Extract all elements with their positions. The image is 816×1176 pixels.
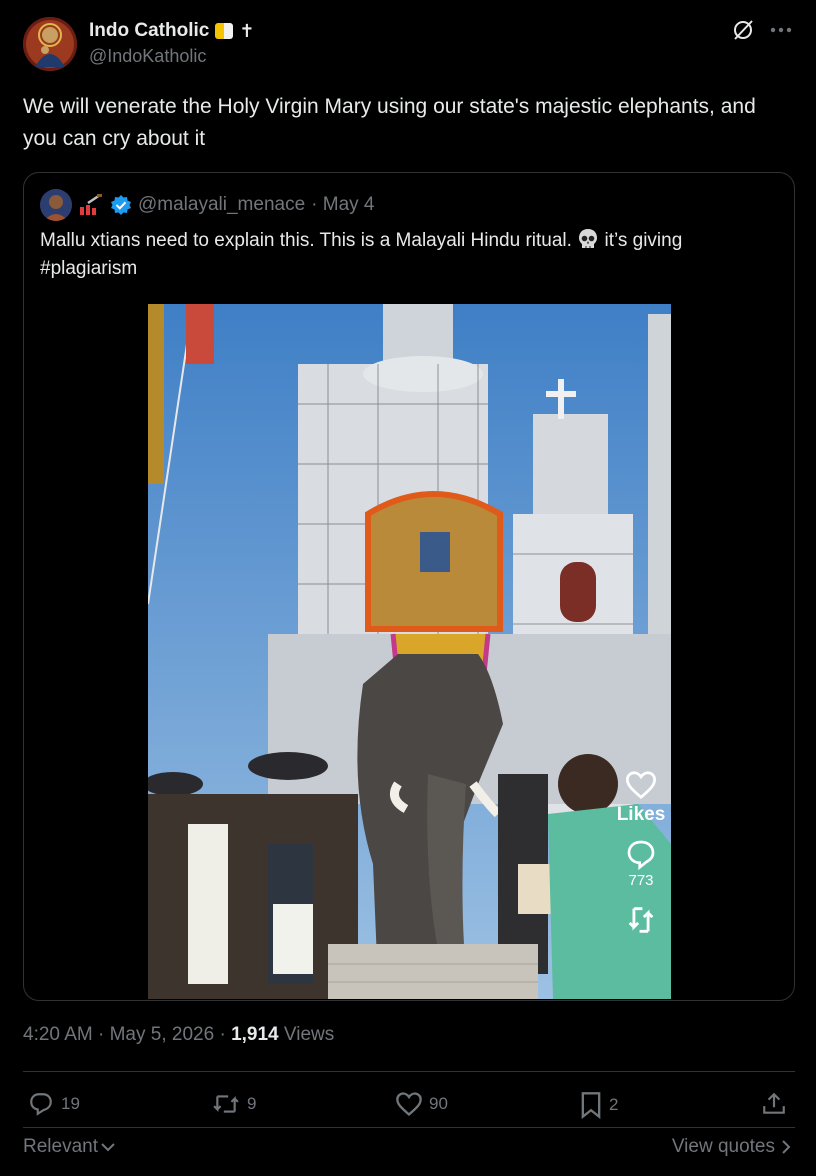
- quote-text-tail: it’s giving: [599, 230, 683, 251]
- video-overlay: Likes 773: [611, 770, 671, 937]
- quoted-tweet[interactable]: @malayali_menace · May 4 Mallu xtians ne…: [23, 172, 795, 1001]
- repost-icon: [213, 1095, 239, 1113]
- overlay-count: 773: [628, 872, 654, 889]
- sort-dropdown[interactable]: Relevant: [23, 1136, 116, 1158]
- repost-count: 9: [247, 1094, 257, 1113]
- heart-overlay-icon[interactable]: [624, 770, 658, 800]
- sort-label: Relevant: [23, 1136, 98, 1157]
- divider-top: [23, 1071, 795, 1072]
- views-label: Views: [278, 1024, 335, 1045]
- quote-text-main: Mallu xtians need to explain this. This …: [40, 230, 578, 251]
- share-icon: [763, 1092, 785, 1114]
- author-name[interactable]: Indo Catholic: [89, 20, 209, 42]
- comment-overlay-icon[interactable]: [624, 838, 658, 870]
- church-elephant-image: [148, 304, 671, 999]
- views-count: 1,914: [231, 1024, 279, 1045]
- tweet-header: Indo Catholic ✝ @IndoKatholic: [23, 17, 803, 71]
- bookmark-button[interactable]: 2: [579, 1091, 618, 1119]
- cross-badge: ✝: [239, 21, 255, 41]
- author-name-row[interactable]: Indo Catholic ✝: [89, 20, 254, 42]
- tweet-meta: 4:20 AM · May 5, 2026 · 1,914 Views: [23, 1024, 334, 1046]
- quote-author-handle[interactable]: @malayali_menace: [138, 194, 305, 216]
- reply-button[interactable]: 19: [27, 1091, 80, 1117]
- grok-icon[interactable]: [731, 17, 755, 43]
- hashtag-link[interactable]: #plagiarism: [40, 258, 137, 279]
- view-quotes-label: View quotes: [671, 1136, 775, 1157]
- author-handle[interactable]: @IndoKatholic: [89, 45, 254, 67]
- meta-separator: ·: [214, 1024, 232, 1045]
- quote-video[interactable]: Likes 773: [148, 304, 671, 999]
- reply-count: 19: [61, 1094, 80, 1113]
- repost-button[interactable]: 9: [211, 1091, 256, 1117]
- skull-emoji-icon: [579, 229, 598, 248]
- quote-author-avatar[interactable]: [40, 189, 72, 221]
- divider-bottom: [23, 1127, 795, 1128]
- tools-emoji-icon: [80, 193, 102, 215]
- chevron-down-icon: [101, 1143, 115, 1152]
- share-button[interactable]: [761, 1091, 787, 1117]
- verified-badge-icon: [111, 195, 131, 215]
- chevron-right-icon: [782, 1140, 791, 1154]
- tweet-text: We will venerate the Holy Virgin Mary us…: [23, 95, 756, 150]
- author-avatar[interactable]: [23, 17, 77, 71]
- vatican-flag-icon: [215, 23, 234, 39]
- bookmark-icon: [581, 1092, 601, 1119]
- quote-date[interactable]: · May 4: [311, 194, 374, 216]
- view-quotes-link[interactable]: View quotes: [672, 1136, 791, 1158]
- overlay-likes-label: Likes: [616, 804, 666, 825]
- like-count: 90: [429, 1094, 448, 1113]
- reply-icon: [30, 1093, 52, 1116]
- quote-text: Mallu xtians need to explain this. This …: [40, 227, 780, 283]
- heart-icon: [396, 1092, 422, 1117]
- bookmark-count: 2: [609, 1095, 619, 1114]
- repost-overlay-icon[interactable]: [624, 903, 658, 937]
- reply-footer: Relevant View quotes: [23, 1136, 795, 1160]
- tweet-timestamp[interactable]: 4:20 AM · May 5, 2026: [23, 1024, 214, 1045]
- more-options-icon[interactable]: [769, 17, 793, 43]
- like-button[interactable]: 90: [395, 1091, 448, 1117]
- action-bar: 19 9 90 2: [23, 1091, 795, 1119]
